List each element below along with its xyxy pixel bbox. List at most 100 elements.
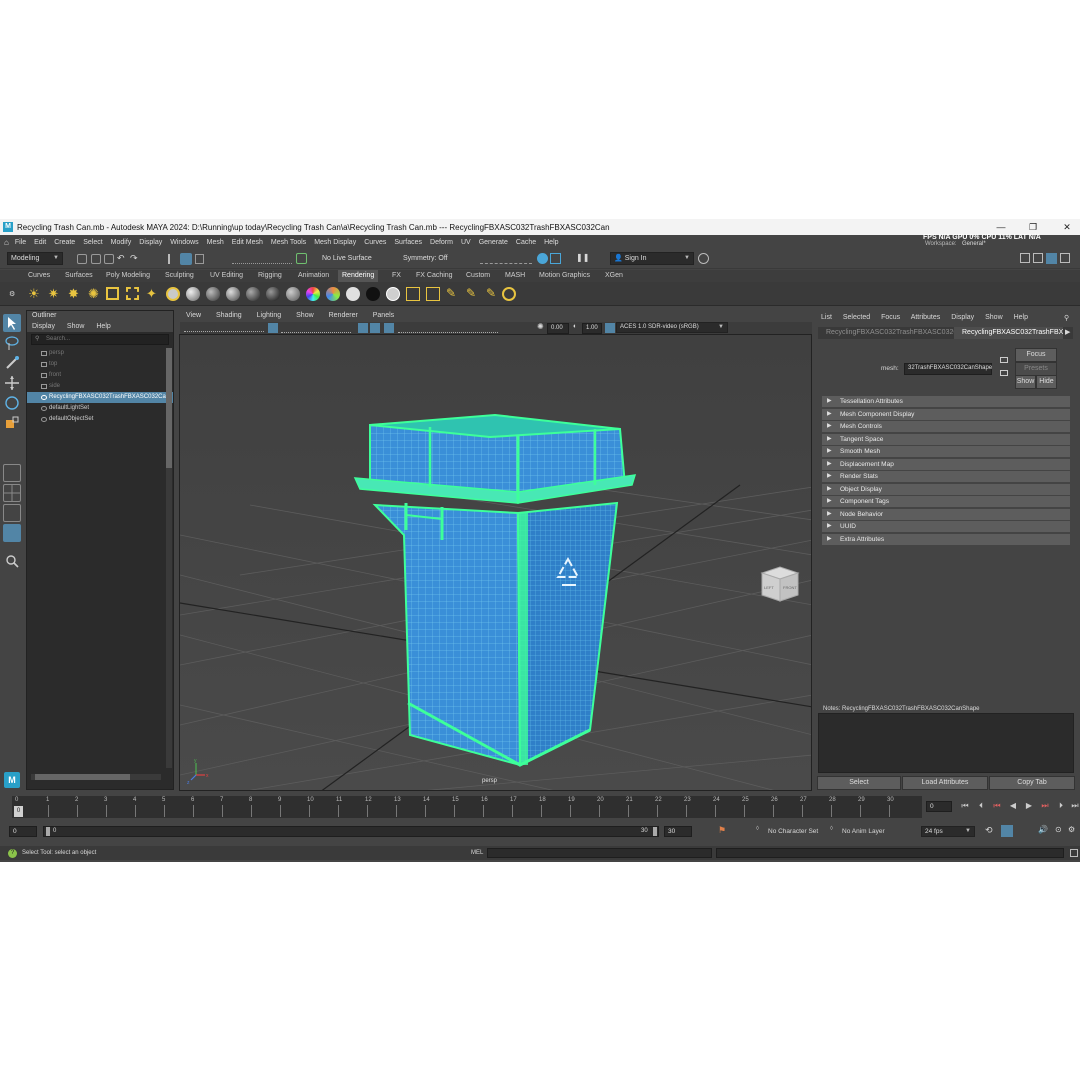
viewport-menu-show[interactable]: Show [296,312,314,319]
focus-output-icon[interactable] [1000,370,1008,376]
ae-menu-focus[interactable]: Focus [881,314,900,321]
camera-tools-icon[interactable] [184,324,264,332]
phong-material-icon[interactable] [226,287,240,301]
black-shader-icon[interactable] [366,287,380,301]
outliner-hscrollbar[interactable] [31,774,161,780]
menu-modify[interactable]: Modify [111,239,132,246]
view-cube[interactable]: LEFT FRONT [760,566,800,602]
notes-textarea[interactable] [818,713,1074,773]
gamma-field[interactable]: 1.00 [582,323,602,334]
outliner-item-default-light-set[interactable]: defaultLightSet [27,403,173,414]
preferences-icon[interactable]: ⚙ [1068,825,1075,834]
play-forward-icon[interactable]: ▶ [1024,801,1034,811]
menu-create[interactable]: Create [54,239,75,246]
layout-active-icon[interactable] [1046,253,1057,264]
shelf-tab-fx[interactable]: FX [388,270,405,282]
ae-menu-list[interactable]: List [821,314,832,321]
shading-toggles-icon[interactable] [398,323,498,333]
render-settings-icon[interactable] [406,287,420,301]
section-object-display[interactable]: ▶ Object Display [822,483,1070,495]
start-time-field[interactable]: 0 [9,826,37,837]
section-extra-attributes[interactable]: ▶ Extra Attributes [822,533,1070,545]
scale-tool-icon[interactable] [3,414,21,432]
outliner-item-recycling-can[interactable]: RecyclingFBXASC032TrashFBXASC032Can [27,392,173,403]
menu-select[interactable]: Select [83,239,102,246]
presets-button[interactable]: Presets [1015,362,1057,376]
cache-playback-icon[interactable] [1001,825,1013,837]
select-by-object-icon[interactable] [180,253,192,265]
menu-mesh-display[interactable]: Mesh Display [314,239,356,246]
shelf-tab-surfaces[interactable]: Surfaces [61,270,97,282]
paint-select-tool-icon[interactable] [3,354,21,372]
section-tangent-space[interactable]: ▶ Tangent Space [822,433,1070,445]
layout-grid-icon[interactable] [1060,253,1070,263]
viewport-menu-renderer[interactable]: Renderer [329,312,358,319]
step-back-icon[interactable]: ⏴ [976,801,986,811]
color-space-dropdown[interactable]: ACES 1.0 SDR-video (sRGB) ▼ [616,322,728,333]
viewport-menu-panels[interactable]: Panels [373,312,394,319]
layout-two-icon[interactable] [1033,253,1043,263]
shelf-tab-animation[interactable]: Animation [294,270,333,282]
exposure-field[interactable]: 0.00 [547,323,569,334]
layout-icon[interactable] [1020,253,1030,263]
snap-live-icon[interactable] [296,253,307,264]
viewport-menu-view[interactable]: View [186,312,201,319]
end-time-field[interactable]: 30 [664,826,692,837]
history-tools-icon[interactable] [480,254,532,264]
perspective-viewport[interactable]: LEFT FRONT x y z persp [179,334,812,791]
outliner-menu-show[interactable]: Show [67,323,85,330]
anim-layer-value[interactable]: No Anim Layer [842,828,885,835]
show-button[interactable]: Show [1015,375,1036,389]
range-slider[interactable]: 0 30 [43,826,659,837]
menu-edit-mesh[interactable]: Edit Mesh [232,239,263,246]
workspace-value[interactable]: General* [962,241,986,247]
ae-menu-attributes[interactable]: Attributes [911,314,941,321]
select-tool-icon[interactable] [3,314,21,332]
snap-tools-icon[interactable] [232,254,292,264]
symmetry-dropdown[interactable]: Symmetry: Off [399,252,451,265]
recycling-can-mesh[interactable] [353,413,637,767]
pause-icon[interactable]: ❚❚ [576,253,589,262]
mode-dropdown[interactable]: Modeling ▼ [7,252,63,265]
live-surface-field[interactable]: No Live Surface [318,252,376,265]
open-scene-icon[interactable] [91,254,101,264]
ae-tab-transform[interactable]: RecyclingFBXASC032TrashFBXASC032Can [818,327,954,339]
current-frame-field[interactable]: 0 [926,801,952,812]
lambert-material-icon[interactable] [206,287,220,301]
surface-shader-icon[interactable] [386,287,400,301]
range-start-handle[interactable] [46,827,50,836]
ae-menu-show[interactable]: Show [985,314,1003,321]
ae-menu-selected[interactable]: Selected [843,314,870,321]
select-by-component-icon[interactable] [195,254,204,264]
menu-curves[interactable]: Curves [364,239,386,246]
current-frame-marker[interactable]: 0 [14,806,23,817]
outliner-scrollbar[interactable] [166,348,172,768]
target-render-icon[interactable] [502,287,516,301]
area-light-icon[interactable] [106,287,119,300]
wireframe-on-shaded-icon[interactable] [358,323,368,333]
menu-surfaces[interactable]: Surfaces [394,239,422,246]
menu-uv[interactable]: UV [461,239,471,246]
menu-cache[interactable]: Cache [516,239,536,246]
shelf-tab-poly-modeling[interactable]: Poly Modeling [102,270,154,282]
character-set-value[interactable]: No Character Set [768,828,818,835]
outliner-item-side[interactable]: side [27,381,173,392]
single-view-icon[interactable] [3,464,21,482]
four-view-icon[interactable] [3,484,21,502]
render-current-icon[interactable] [537,253,548,264]
outliner-menu-display[interactable]: Display [32,323,55,330]
section-render-stats[interactable]: ▶ Render Stats [822,471,1070,482]
section-smooth-mesh[interactable]: ▶ Smooth Mesh [822,446,1070,457]
hide-button[interactable]: Hide [1036,375,1057,389]
undo-icon[interactable]: ↶ [117,253,125,264]
shelf-tab-curves[interactable]: Curves [24,270,54,282]
volume-light-icon[interactable] [126,287,139,300]
light-link-icon[interactable]: ✦ [146,286,157,302]
focus-button[interactable]: Focus [1015,348,1057,362]
display-toggles-icon[interactable] [281,323,351,333]
mesh-name-field[interactable]: 32TrashFBXASC032CanShape [904,363,992,375]
sign-in-dropdown[interactable]: 👤 Sign In ▼ [610,252,694,265]
mel-label[interactable]: MEL [471,846,483,860]
help-online-icon[interactable] [698,253,709,264]
section-mesh-controls[interactable]: ▶ Mesh Controls [822,421,1070,432]
